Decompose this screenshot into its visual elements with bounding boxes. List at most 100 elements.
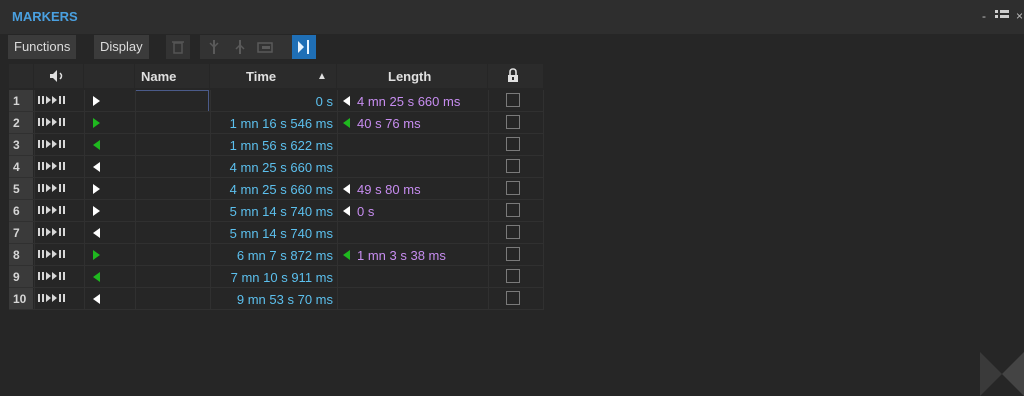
play-from-marker-icon[interactable] [38, 116, 74, 128]
table-row[interactable]: 6 5 mn 14 s 740 ms 0 s [9, 200, 544, 222]
panel-titlebar: MARKERS - × [0, 0, 1024, 34]
table-row[interactable]: 10 9 mn 53 s 70 ms [9, 288, 544, 310]
length-cell[interactable]: 0 s [357, 204, 374, 219]
close-button[interactable]: × [1016, 9, 1023, 23]
lock-checkbox[interactable] [506, 225, 520, 239]
play-from-marker-icon[interactable] [38, 94, 74, 106]
cell-divider [488, 200, 489, 222]
time-cell[interactable]: 0 s [210, 94, 333, 109]
row-number[interactable]: 8 [9, 244, 33, 266]
region-end-marker-icon[interactable] [93, 140, 100, 150]
length-cell[interactable]: 4 mn 25 s 660 ms [357, 94, 460, 109]
cell-divider [543, 90, 544, 112]
time-cell[interactable]: 5 mn 14 s 740 ms [210, 226, 333, 241]
row-number[interactable]: 1 [9, 90, 33, 112]
lock-checkbox[interactable] [506, 115, 520, 129]
time-cell[interactable]: 1 mn 56 s 622 ms [210, 138, 333, 153]
name-cell[interactable] [135, 222, 209, 244]
row-number[interactable]: 9 [9, 266, 33, 288]
region-end-marker-icon[interactable] [93, 228, 100, 238]
name-cell[interactable] [135, 134, 209, 156]
table-row[interactable]: 4 4 mn 25 s 660 ms [9, 156, 544, 178]
length-cell[interactable]: 49 s 80 ms [357, 182, 421, 197]
region-end-marker-icon[interactable] [93, 272, 100, 282]
length-cell[interactable]: 1 mn 3 s 38 ms [357, 248, 446, 263]
time-cell[interactable]: 4 mn 25 s 660 ms [210, 160, 333, 175]
region-start-marker-icon[interactable] [93, 96, 100, 106]
play-from-marker-icon[interactable] [38, 204, 74, 216]
region-start-marker-icon[interactable] [93, 184, 100, 194]
play-from-marker-icon[interactable] [38, 138, 74, 150]
lock-icon [508, 68, 518, 82]
lock-checkbox[interactable] [506, 159, 520, 173]
lock-checkbox[interactable] [506, 203, 520, 217]
cell-divider [34, 244, 35, 266]
trash-icon[interactable] [166, 35, 190, 59]
play-from-marker-icon[interactable] [38, 270, 74, 282]
time-cell[interactable]: 6 mn 7 s 872 ms [210, 248, 333, 263]
time-cell[interactable]: 7 mn 10 s 911 ms [210, 270, 333, 285]
name-cell[interactable] [135, 156, 209, 178]
header-length[interactable]: Length [337, 64, 487, 88]
table-row[interactable]: 9 7 mn 10 s 911 ms [9, 266, 544, 288]
table-row[interactable]: 1 0 s 4 mn 25 s 660 ms [9, 90, 544, 112]
row-number[interactable]: 3 [9, 134, 33, 156]
row-number[interactable]: 7 [9, 222, 33, 244]
display-menu-button[interactable]: Display [94, 35, 150, 59]
table-row[interactable]: 7 5 mn 14 s 740 ms [9, 222, 544, 244]
row-number[interactable]: 4 [9, 156, 33, 178]
lock-checkbox[interactable] [506, 247, 520, 261]
time-cell[interactable]: 9 mn 53 s 70 ms [210, 292, 333, 307]
play-from-marker-icon[interactable] [38, 182, 74, 194]
time-cell[interactable]: 1 mn 16 s 546 ms [210, 116, 333, 131]
region-start-marker-icon[interactable] [93, 118, 100, 128]
play-from-marker-icon[interactable] [38, 292, 74, 304]
time-cell[interactable]: 4 mn 25 s 660 ms [210, 182, 333, 197]
row-number[interactable]: 10 [9, 288, 33, 310]
table-row[interactable]: 8 6 mn 7 s 872 ms 1 mn 3 s 38 ms [9, 244, 544, 266]
sort-ascending-icon: ▲ [317, 71, 327, 82]
play-from-marker-icon[interactable] [38, 160, 74, 172]
name-cell[interactable] [135, 244, 209, 266]
name-cell[interactable] [135, 112, 209, 134]
name-cell[interactable] [135, 200, 209, 222]
lock-checkbox[interactable] [506, 137, 520, 151]
watermark-logo-icon [980, 352, 1024, 396]
table-row[interactable]: 3 1 mn 56 s 622 ms [9, 134, 544, 156]
name-cell[interactable] [135, 288, 209, 310]
region-end-marker-icon[interactable] [93, 294, 100, 304]
cell-divider [337, 90, 338, 112]
speaker-icon [50, 70, 63, 82]
cell-divider [210, 200, 211, 222]
row-number[interactable]: 2 [9, 112, 33, 134]
marker-follow-icon[interactable] [292, 35, 316, 59]
header-name[interactable]: Name [135, 64, 209, 88]
lock-checkbox[interactable] [506, 93, 520, 107]
header-marker-type[interactable] [84, 64, 134, 88]
lock-checkbox[interactable] [506, 181, 520, 195]
row-number[interactable]: 5 [9, 178, 33, 200]
lock-checkbox[interactable] [506, 269, 520, 283]
cell-divider [337, 266, 338, 288]
time-cell[interactable]: 5 mn 14 s 740 ms [210, 204, 333, 219]
name-cell[interactable] [135, 90, 209, 112]
header-time[interactable]: Time ▲ [210, 64, 336, 88]
table-row[interactable]: 2 1 mn 16 s 546 ms 40 s 76 ms [9, 112, 544, 134]
play-from-marker-icon[interactable] [38, 226, 74, 238]
name-cell[interactable] [135, 266, 209, 288]
lock-checkbox[interactable] [506, 291, 520, 305]
header-play[interactable] [34, 64, 83, 88]
panel-layout-button[interactable] [995, 9, 1009, 23]
region-start-marker-icon[interactable] [93, 250, 100, 260]
table-row[interactable]: 5 4 mn 25 s 660 ms 49 s 80 ms [9, 178, 544, 200]
functions-menu-button[interactable]: Functions [8, 35, 78, 59]
play-from-marker-icon[interactable] [38, 248, 74, 260]
minimize-button[interactable]: - [982, 9, 986, 23]
header-lock[interactable] [488, 64, 543, 88]
length-cell[interactable]: 40 s 76 ms [357, 116, 421, 131]
region-end-marker-icon[interactable] [93, 162, 100, 172]
cell-divider [34, 222, 35, 244]
row-number[interactable]: 6 [9, 200, 33, 222]
region-start-marker-icon[interactable] [93, 206, 100, 216]
name-cell[interactable] [135, 178, 209, 200]
